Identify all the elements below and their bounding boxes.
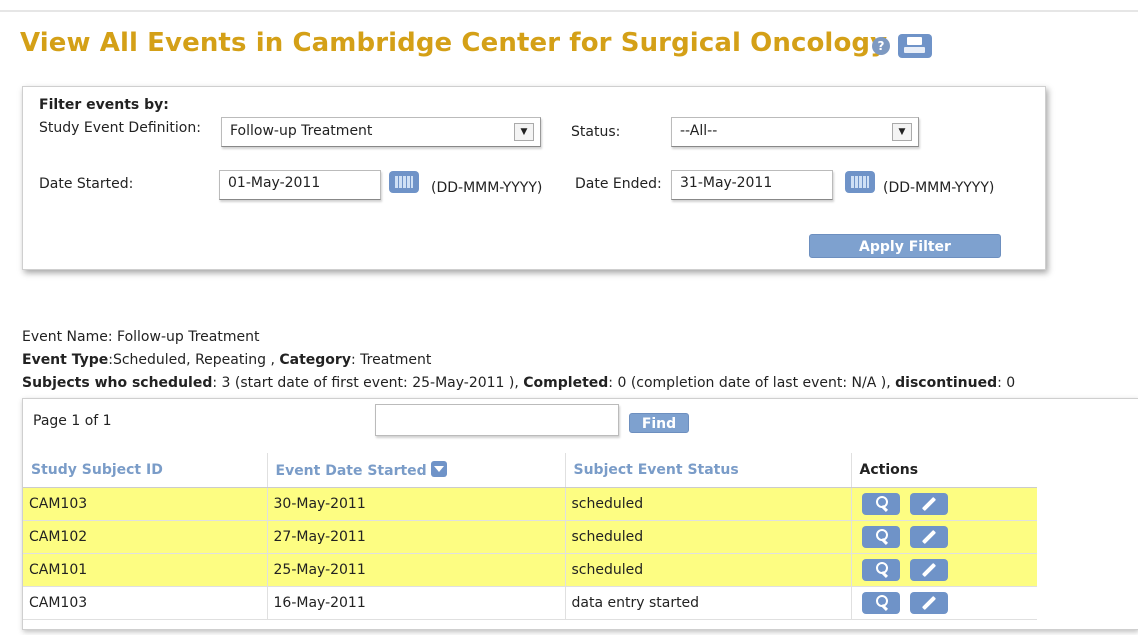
magnifier-icon[interactable] [861,492,900,515]
find-button[interactable]: Find [629,413,689,433]
date-ended-input[interactable]: 31-May-2011 [671,170,833,200]
cell-event-date: 25-May-2011 [267,553,566,587]
apply-filter-button[interactable]: Apply Filter [809,234,1001,258]
cell-status: scheduled [565,487,852,521]
table-header-row: Study Subject ID Event Date Started Subj… [23,453,1037,488]
discontinued-label: discontinued [895,375,998,391]
pencil-icon[interactable] [909,492,948,515]
cell-subject-id: CAM101 [23,553,268,587]
magnifier-icon[interactable] [861,558,900,581]
category-label: Category [279,352,351,368]
cell-actions [851,520,1037,554]
cell-status: scheduled [565,553,852,587]
table-row: CAM101 25-May-2011 scheduled [23,553,1037,587]
pencil-icon[interactable] [909,558,948,581]
event-definition-label: Study Event Definition: [39,120,201,136]
event-definition-select[interactable]: Follow-up Treatment ▼ [221,117,541,147]
cell-status: scheduled [565,520,852,554]
col-header-actions-label: Actions [859,461,919,478]
sort-desc-icon[interactable] [430,460,447,477]
table-row: CAM102 27-May-2011 scheduled [23,520,1037,554]
date-ended-format: (DD-MMM-YYYY) [883,180,995,196]
magnifier-icon[interactable] [861,525,900,548]
calendar-icon[interactable] [389,171,419,193]
col-header-subject-id-label: Study Subject ID [31,461,163,478]
date-started-label: Date Started: [39,176,134,192]
top-divider [0,10,1138,12]
search-input[interactable] [375,404,619,436]
cell-actions [851,553,1037,587]
cell-event-date: 16-May-2011 [267,586,566,620]
events-table-panel: Page 1 of 1 Find Study Subject ID Event … [22,398,1138,630]
filter-panel: Filter events by: Study Event Definition… [22,86,1046,270]
col-header-status[interactable]: Subject Event Status [565,453,852,488]
print-icon[interactable] [898,34,932,58]
completed-value: : 0 (completion date of last event: N/A … [608,375,896,391]
cell-actions [851,586,1037,620]
chevron-down-icon: ▼ [892,123,912,141]
events-table: Study Subject ID Event Date Started Subj… [23,453,1037,620]
cell-event-date: 27-May-2011 [267,520,566,554]
col-header-actions: Actions [851,453,1037,488]
table-row: CAM103 16-May-2011 data entry started [23,586,1037,620]
subjects-summary-line: Subjects who scheduled: 3 (start date of… [22,375,1015,391]
calendar-icon[interactable] [845,171,875,193]
col-header-subject-id[interactable]: Study Subject ID [23,453,268,488]
cell-event-date: 30-May-2011 [267,487,566,521]
status-select[interactable]: --All-- ▼ [671,117,919,147]
col-header-event-date[interactable]: Event Date Started [267,453,566,488]
pencil-icon[interactable] [909,591,948,614]
discontinued-value: : 0 [997,375,1016,391]
col-header-status-label: Subject Event Status [573,461,739,478]
completed-label: Completed [523,375,609,391]
page-title: View All Events in Cambridge Center for … [20,28,888,58]
page-indicator: Page 1 of 1 [33,413,112,429]
cell-subject-id: CAM103 [23,487,268,521]
title-icons: ? [872,34,932,58]
status-label: Status: [571,124,621,140]
event-definition-value: Follow-up Treatment [230,123,373,139]
event-name-line: Event Name: Follow-up Treatment [22,329,260,345]
event-type-value: :Scheduled, Repeating , [108,352,280,368]
date-ended-label: Date Ended: [575,176,662,192]
filter-heading: Filter events by: [39,97,169,113]
chevron-down-icon: ▼ [514,123,534,141]
status-value: --All-- [680,123,718,139]
event-type-label: Event Type [22,352,109,368]
pencil-icon[interactable] [909,525,948,548]
cell-status: data entry started [565,586,852,620]
cell-subject-id: CAM102 [23,520,268,554]
magnifier-icon[interactable] [861,591,900,614]
date-started-format: (DD-MMM-YYYY) [431,180,543,196]
cell-subject-id: CAM103 [23,586,268,620]
date-started-input[interactable]: 01-May-2011 [219,170,381,200]
category-value: : Treatment [350,352,432,368]
help-icon[interactable]: ? [872,37,890,55]
table-row: CAM103 30-May-2011 scheduled [23,487,1037,521]
event-type-line: Event Type:Scheduled, Repeating , Catego… [22,352,431,368]
cell-actions [851,487,1037,521]
scheduled-label: Subjects who scheduled [22,375,213,391]
scheduled-value: : 3 (start date of first event: 25-May-2… [212,375,524,391]
col-header-event-date-label: Event Date Started [275,462,427,479]
